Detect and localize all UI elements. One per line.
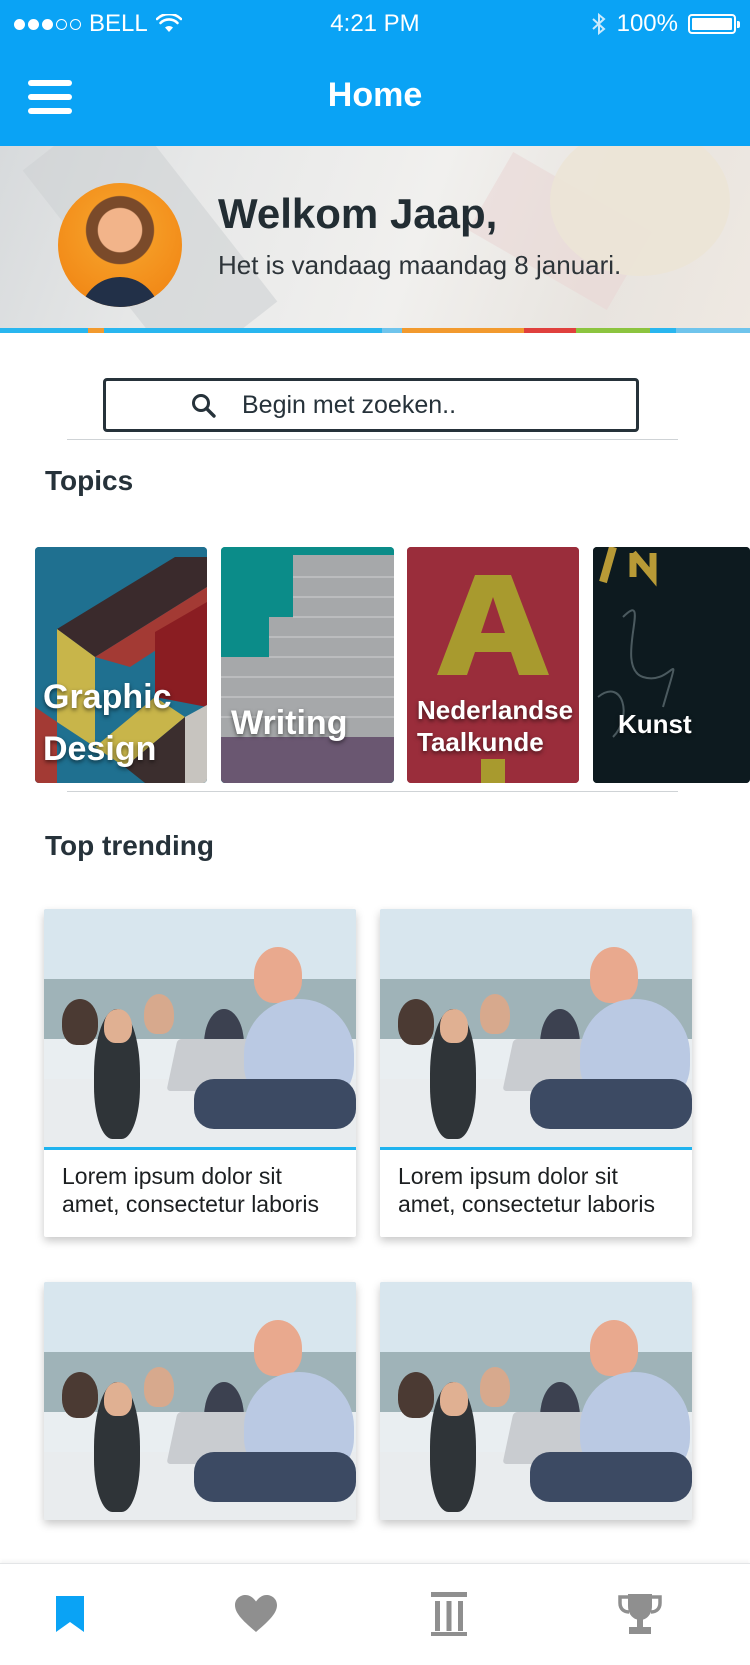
card-title-line2: amet, consectetur laboris	[398, 1191, 655, 1217]
card-caption: Lorem ipsum dolor sit amet, consectetur …	[44, 1150, 356, 1237]
person	[590, 1320, 638, 1376]
art-artwork	[593, 547, 750, 783]
card-caption: Lorem ipsum dolor sit amet, consectetur …	[380, 1150, 692, 1237]
person	[62, 1372, 98, 1418]
bookmark-icon	[56, 1596, 84, 1632]
heart-icon	[235, 1595, 277, 1632]
classroom-photo	[380, 909, 692, 1147]
person	[194, 1079, 356, 1129]
topic-label-line1: Graphic	[43, 678, 172, 716]
trending-card[interactable]	[44, 1282, 356, 1520]
person	[480, 1367, 510, 1407]
classroom-photo	[44, 909, 356, 1147]
person	[530, 1079, 692, 1129]
window	[44, 909, 356, 979]
trophy-icon	[618, 1594, 662, 1634]
color-stripe	[0, 328, 750, 333]
person	[590, 947, 638, 1003]
date-text: Het is vandaag maandag 8 januari.	[218, 250, 622, 280]
card-title-line1: Lorem ipsum dolor sit	[62, 1163, 282, 1189]
topic-card-graphic-design[interactable]: Graphic Design	[35, 547, 207, 783]
window	[380, 909, 692, 979]
battery-icon	[688, 14, 740, 34]
search-box[interactable]	[103, 378, 639, 432]
topic-label-line1: Writing	[231, 704, 348, 742]
person	[62, 999, 98, 1045]
tab-favorites[interactable]	[226, 1586, 286, 1642]
page-title: Home	[327, 76, 423, 114]
topic-label-line1: Kunst	[618, 709, 692, 739]
app-header: BELL 4:21 PM 100% Home	[0, 0, 750, 146]
search-icon	[192, 394, 216, 418]
tab-achievements[interactable]	[610, 1586, 670, 1642]
trending-heading: Top trending	[45, 830, 214, 861]
person	[398, 999, 434, 1045]
tab-library[interactable]	[419, 1586, 479, 1642]
person	[440, 1009, 468, 1043]
topic-card-writing[interactable]: Writing	[221, 547, 394, 783]
classroom-photo	[380, 1282, 692, 1520]
section-divider	[67, 791, 678, 792]
topic-card-kunst[interactable]: Kunst	[593, 547, 750, 783]
window	[44, 1282, 356, 1352]
trending-card[interactable]: Lorem ipsum dolor sit amet, consectetur …	[380, 909, 692, 1237]
person	[480, 994, 510, 1034]
topics-heading: Topics	[45, 465, 134, 496]
library-icon	[431, 1592, 467, 1636]
welcome-heading: Welkom Jaap,	[218, 190, 498, 237]
topic-label-line2: Taalkunde	[417, 727, 544, 757]
avatar-shirt	[80, 277, 160, 307]
section-divider	[67, 439, 678, 440]
trending-card[interactable]: Lorem ipsum dolor sit amet, consectetur …	[44, 909, 356, 1237]
topic-label-line2: Design	[43, 730, 157, 768]
avatar[interactable]	[58, 183, 182, 307]
bottom-tab-bar	[0, 1563, 750, 1665]
card-title-line2: amet, consectetur laboris	[62, 1191, 319, 1217]
person	[104, 1382, 132, 1416]
search-input[interactable]	[242, 389, 622, 421]
card-title-line1: Lorem ipsum dolor sit	[398, 1163, 618, 1189]
status-right: 100%	[591, 10, 740, 38]
bluetooth-icon	[591, 12, 606, 36]
person	[254, 947, 302, 1003]
person	[530, 1452, 692, 1502]
person	[104, 1009, 132, 1043]
status-bar: BELL 4:21 PM 100%	[0, 0, 750, 48]
classroom-photo	[44, 1282, 356, 1520]
person	[144, 994, 174, 1034]
battery-percentage: 100%	[616, 10, 678, 37]
person	[254, 1320, 302, 1376]
person	[144, 1367, 174, 1407]
person	[194, 1452, 356, 1502]
tab-bookmarks[interactable]	[40, 1586, 100, 1642]
writing-artwork	[221, 547, 394, 783]
person	[398, 1372, 434, 1418]
topic-card-nederlandse-taalkunde[interactable]: Nederlandse Taalkunde	[407, 547, 579, 783]
trending-card[interactable]	[380, 1282, 692, 1520]
person	[440, 1382, 468, 1416]
topic-label-line1: Nederlandse	[417, 695, 574, 725]
window	[380, 1282, 692, 1352]
